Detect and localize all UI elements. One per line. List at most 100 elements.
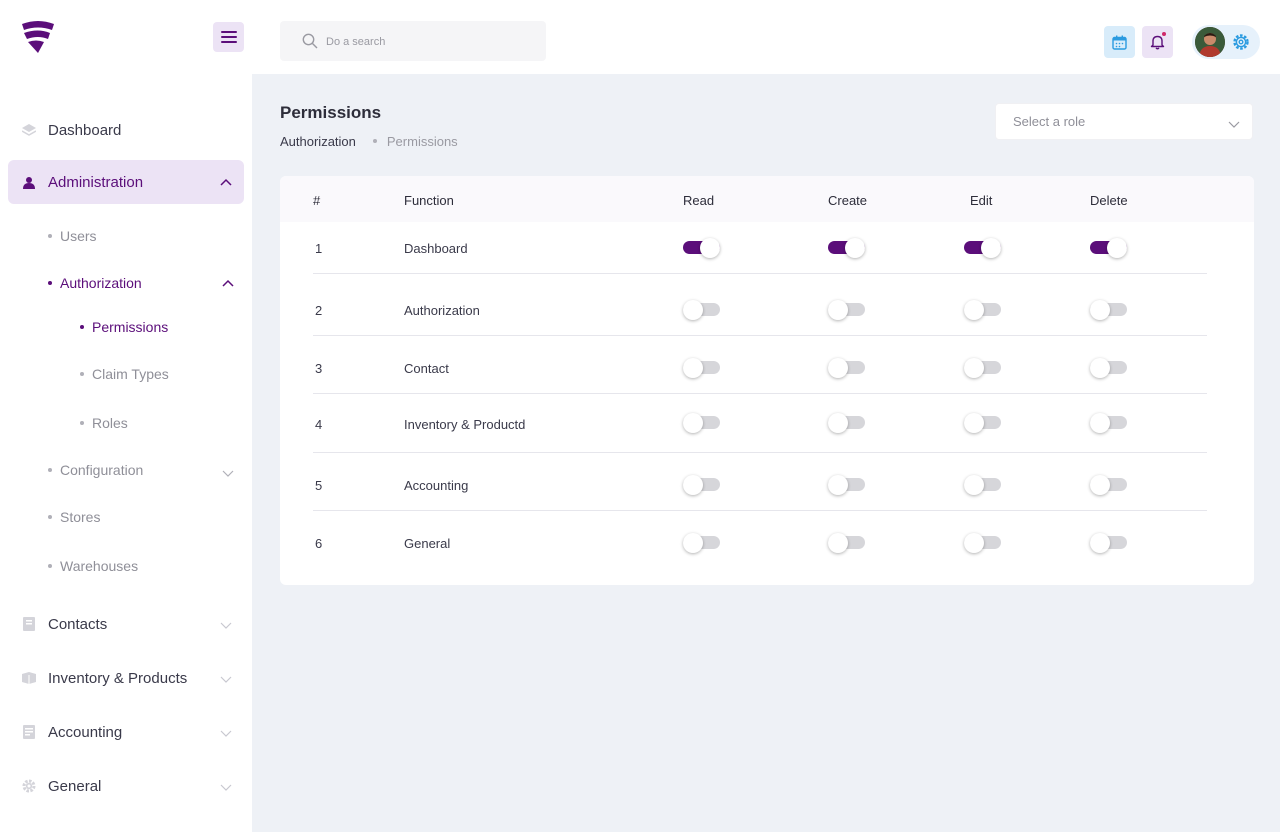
row-divider	[313, 510, 1207, 511]
chevron-down-icon[interactable]	[222, 466, 234, 478]
toggle-knob	[1090, 475, 1110, 495]
calendar-icon	[1112, 35, 1127, 50]
delete-permission-toggle[interactable]	[1090, 358, 1128, 378]
page-title: Permissions	[280, 103, 382, 122]
column-header-read: Read	[683, 193, 715, 208]
read-permission-toggle[interactable]	[683, 300, 721, 320]
sub-item-authorization[interactable]: Authorization	[48, 272, 142, 294]
sub-label-claim-types: Claim Types	[92, 366, 169, 382]
read-permission-toggle[interactable]	[683, 358, 721, 378]
bullet-dot	[48, 515, 52, 519]
breadcrumb-authorization[interactable]: Authorization	[280, 134, 356, 149]
row-function-name: General	[404, 536, 451, 551]
search-box	[280, 21, 546, 61]
sub-item-configuration[interactable]: Configuration	[48, 459, 143, 481]
toggle-knob	[828, 475, 848, 495]
nav-item-contacts[interactable]: Contacts	[8, 602, 244, 646]
sub-label-roles: Roles	[92, 415, 128, 431]
column-header-function: Function	[404, 193, 454, 208]
bullet-dot	[48, 281, 52, 285]
delete-permission-toggle[interactable]	[1090, 533, 1128, 553]
nav-item-administration[interactable]: Administration	[8, 160, 244, 204]
notification-dot	[1162, 32, 1166, 36]
sub-label-users: Users	[60, 228, 97, 244]
sub-item-stores[interactable]: Stores	[48, 506, 100, 528]
toggle-knob	[683, 413, 703, 433]
user-admin-icon	[22, 175, 36, 189]
toggle-knob	[683, 300, 703, 320]
delete-permission-toggle[interactable]	[1090, 413, 1128, 433]
menu-toggle-button[interactable]	[213, 22, 244, 52]
toggle-knob	[1090, 300, 1110, 320]
edit-permission-toggle[interactable]	[964, 300, 1002, 320]
breadcrumb-separator	[372, 139, 377, 143]
notifications-button[interactable]	[1142, 26, 1173, 58]
create-permission-toggle[interactable]	[828, 533, 866, 553]
gear-icon	[22, 779, 36, 793]
create-permission-toggle[interactable]	[828, 238, 866, 258]
nav-label-accounting: Accounting	[48, 723, 123, 741]
edit-permission-toggle[interactable]	[964, 238, 1002, 258]
role-select-placeholder: Select a role	[1013, 114, 1086, 129]
toggle-knob	[683, 533, 703, 553]
read-permission-toggle[interactable]	[683, 475, 721, 495]
delete-permission-toggle[interactable]	[1090, 238, 1128, 258]
bullet-dot	[48, 564, 52, 568]
edit-permission-toggle[interactable]	[964, 475, 1002, 495]
contacts-book-icon	[22, 617, 36, 631]
row-number: 5	[315, 478, 323, 493]
row-number: 4	[315, 417, 323, 432]
ledger-icon	[22, 725, 36, 739]
nav-item-dashboard[interactable]: Dashboard	[8, 108, 244, 152]
bullet-dot	[48, 234, 52, 238]
delete-permission-toggle[interactable]	[1090, 475, 1128, 495]
sub-label-configuration: Configuration	[60, 462, 144, 478]
breadcrumb-permissions: Permissions	[386, 133, 458, 149]
sub-label-authorization: Authorization	[60, 275, 142, 291]
read-permission-toggle[interactable]	[683, 533, 721, 553]
column-header-create: Create	[828, 193, 868, 208]
toggle-knob	[1107, 238, 1127, 258]
toggle-knob	[828, 533, 848, 553]
settings-gear-icon[interactable]	[1232, 33, 1250, 51]
chevron-down-icon	[220, 672, 232, 684]
box-icon	[22, 671, 36, 685]
row-function-name: Inventory & Productd	[404, 417, 526, 432]
create-permission-toggle[interactable]	[828, 413, 866, 433]
nav-item-inventory[interactable]: Inventory & Products	[8, 656, 244, 700]
row-number: 2	[315, 303, 323, 318]
search-input[interactable]	[326, 31, 526, 53]
delete-permission-toggle[interactable]	[1090, 300, 1128, 320]
toggle-knob	[964, 533, 984, 553]
row-function-name: Dashboard	[404, 241, 468, 256]
sub-label-warehouses: Warehouses	[60, 558, 139, 574]
edit-permission-toggle[interactable]	[964, 533, 1002, 553]
create-permission-toggle[interactable]	[828, 475, 866, 495]
sub-item-permissions[interactable]: Permissions	[80, 316, 168, 338]
brand-logo[interactable]	[20, 20, 56, 54]
nav-item-accounting[interactable]: Accounting	[8, 710, 244, 754]
bell-icon	[1150, 35, 1165, 50]
read-permission-toggle[interactable]	[683, 413, 721, 433]
read-permission-toggle[interactable]	[683, 238, 721, 258]
chevron-down-icon	[220, 618, 232, 630]
chevron-down-icon	[1228, 117, 1240, 129]
edit-permission-toggle[interactable]	[964, 413, 1002, 433]
edit-permission-toggle[interactable]	[964, 358, 1002, 378]
create-permission-toggle[interactable]	[828, 358, 866, 378]
toggle-knob	[845, 238, 865, 258]
calendar-button[interactable]	[1104, 26, 1135, 58]
sub-item-claim-types[interactable]: Claim Types	[80, 363, 169, 385]
create-permission-toggle[interactable]	[828, 300, 866, 320]
sub-item-warehouses[interactable]: Warehouses	[48, 555, 138, 577]
profile-menu[interactable]	[1192, 25, 1260, 59]
toggle-knob	[964, 358, 984, 378]
row-function-name: Authorization	[404, 303, 480, 318]
toggle-knob	[981, 238, 1001, 258]
sub-item-users[interactable]: Users	[48, 225, 97, 247]
nav-item-general[interactable]: General	[8, 764, 244, 808]
avatar[interactable]	[1195, 27, 1225, 57]
chevron-up-icon[interactable]	[222, 277, 234, 289]
role-select[interactable]: Select a role	[995, 103, 1253, 140]
sub-item-roles[interactable]: Roles	[80, 412, 128, 434]
